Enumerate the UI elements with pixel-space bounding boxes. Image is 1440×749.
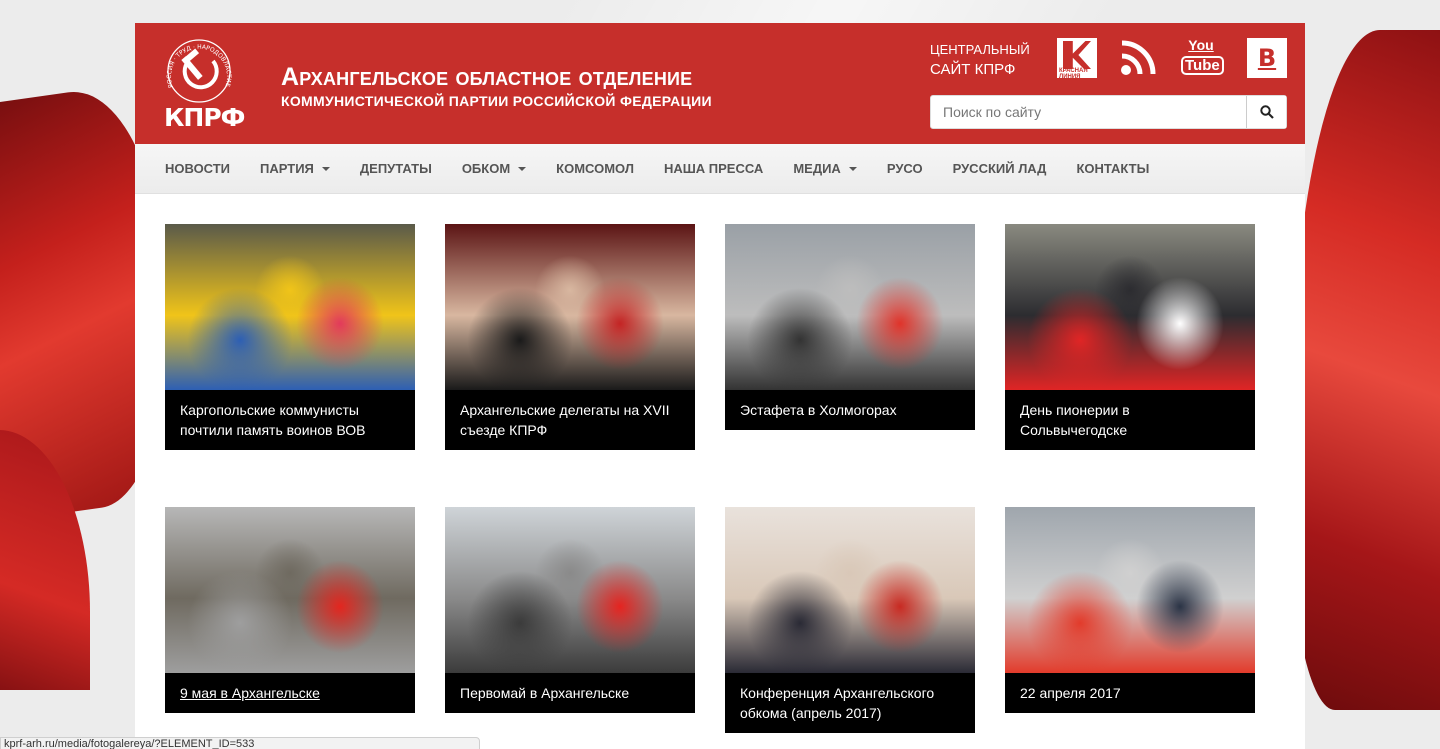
gallery-photo	[445, 224, 695, 390]
nav-item-obkom[interactable]: ОБКОМ	[447, 144, 541, 194]
gallery-photo	[725, 507, 975, 673]
nav-item-media[interactable]: МЕДИА	[778, 144, 872, 194]
page-container: РОССИЯ · ТРУД · НАРОДОВЛАСТИЕ · СОЦИАЛИЗ…	[135, 23, 1305, 749]
nav-item-press[interactable]: НАША ПРЕССА	[649, 144, 778, 194]
rss-icon	[1121, 40, 1156, 75]
youtube-icon-top: You	[1188, 37, 1214, 53]
hammer-sickle-icon: РОССИЯ · ТРУД · НАРОДОВЛАСТИЕ · СОЦИАЛИЗ…	[156, 30, 232, 103]
gallery-photo	[725, 224, 975, 390]
central-link-line1: Центральный	[930, 42, 1030, 57]
kprf-logo[interactable]: РОССИЯ · ТРУД · НАРОДОВЛАСТИЕ · СОЦИАЛИЗ…	[156, 30, 254, 135]
gallery-item[interactable]: Первомай в Архангельске	[445, 507, 695, 713]
nav-label: КОНТАКТЫ	[1076, 161, 1150, 176]
search-icon	[1259, 105, 1274, 119]
youtube-link[interactable]: You Tube	[1181, 37, 1224, 78]
gallery-photo	[1005, 507, 1255, 673]
gallery-photo	[445, 507, 695, 673]
nav-label: МЕДИА	[793, 161, 841, 176]
browser-status-bar: kprf-arh.ru/media/fotogalereya/?ELEMENT_…	[0, 737, 480, 749]
krasnaya-liniya-icon	[1063, 41, 1091, 69]
site-title: Архангельское областное отделение КОММУН…	[281, 63, 712, 109]
chevron-down-icon	[321, 166, 330, 171]
central-link-line2: сайт КПРФ	[930, 61, 1016, 78]
gallery-item[interactable]: День пионерии в Сольвычегодске	[1005, 224, 1255, 450]
chevron-down-icon	[848, 166, 857, 171]
nav-label: РУССКИЙ ЛАД	[952, 161, 1047, 176]
gallery-photo	[165, 224, 415, 390]
central-site-link[interactable]: Центральный сайт КПРФ	[930, 40, 1030, 80]
search-button[interactable]	[1246, 96, 1286, 128]
gallery-photo	[1005, 224, 1255, 390]
site-header: РОССИЯ · ТРУД · НАРОДОВЛАСТИЕ · СОЦИАЛИЗ…	[135, 23, 1305, 144]
gallery-caption: Конференция Архангельского обкома (апрел…	[725, 673, 975, 733]
site-title-line1: Архангельское областное отделение	[281, 63, 693, 91]
chevron-down-icon	[518, 166, 527, 171]
svg-text:РОССИЯ · ТРУД · НАРОДОВЛАСТИЕ: РОССИЯ · ТРУД · НАРОДОВЛАСТИЕ · СОЦИАЛИЗ…	[159, 35, 232, 90]
nav-label: ПАРТИЯ	[260, 161, 314, 176]
gallery-caption: Архангельские делегаты на XVII съезде КП…	[445, 390, 695, 450]
nav-label: НОВОСТИ	[165, 161, 231, 176]
nav-item-komsomol[interactable]: КОМСОМОЛ	[541, 144, 649, 194]
gallery-item[interactable]: Эстафета в Холмогорах	[725, 224, 975, 430]
krasnaya-liniya-link[interactable]: КРАСНАЯ ЛИНИЯ	[1057, 38, 1097, 80]
search-box	[930, 95, 1287, 129]
site-title-line2: КОММУНИСТИЧЕСКОЙ ПАРТИИ РОССИЙСКОЙ ФЕДЕР…	[281, 93, 712, 109]
gallery-photo	[165, 507, 415, 673]
gallery-item[interactable]: Каргопольские коммунисты почтили память …	[165, 224, 415, 450]
vk-link[interactable]: В	[1247, 38, 1287, 78]
nav-item-news[interactable]: НОВОСТИ	[150, 144, 245, 194]
vk-icon: В	[1257, 44, 1277, 72]
gallery-item[interactable]: 9 мая в Архангельске	[165, 507, 415, 713]
nav-label: НАША ПРЕССА	[663, 161, 764, 176]
gallery-caption: 9 мая в Архангельске	[165, 673, 415, 713]
gallery-item[interactable]: Конференция Архангельского обкома (апрел…	[725, 507, 975, 733]
nav-item-ruso[interactable]: РУСО	[872, 144, 938, 194]
nav-label: ОБКОМ	[461, 161, 511, 176]
gallery-caption: 22 апреля 2017	[1005, 673, 1255, 713]
gallery-caption: Эстафета в Холмогорах	[725, 390, 975, 430]
nav-label: ДЕПУТАТЫ	[359, 161, 432, 176]
krasnaya-liniya-label: КРАСНАЯ ЛИНИЯ	[1059, 68, 1088, 80]
gallery-caption: Первомай в Архангельске	[445, 673, 695, 713]
nav-item-party[interactable]: ПАРТИЯ	[245, 144, 345, 194]
nav-item-russkiy-lad[interactable]: РУССКИЙ ЛАД	[938, 144, 1062, 194]
main-nav: НОВОСТИ ПАРТИЯ ДЕПУТАТЫ ОБКОМ КОМСОМОЛ Н…	[135, 144, 1305, 194]
search-input[interactable]	[931, 96, 1247, 128]
gallery-item[interactable]: Архангельские делегаты на XVII съезде КП…	[445, 224, 695, 450]
youtube-icon-bottom: Tube	[1181, 56, 1224, 75]
rss-link[interactable]	[1118, 38, 1162, 82]
nav-item-contacts[interactable]: КОНТАКТЫ	[1061, 144, 1164, 194]
nav-item-deputies[interactable]: ДЕПУТАТЫ	[345, 144, 447, 194]
logo-text: КПРФ	[164, 103, 245, 132]
gallery-caption: День пионерии в Сольвычегодске	[1005, 390, 1255, 450]
gallery-caption: Каргопольские коммунисты почтили память …	[165, 390, 415, 450]
gallery-item[interactable]: 22 апреля 2017	[1005, 507, 1255, 713]
nav-label: КОМСОМОЛ	[556, 161, 634, 176]
nav-label: РУСО	[886, 161, 923, 176]
